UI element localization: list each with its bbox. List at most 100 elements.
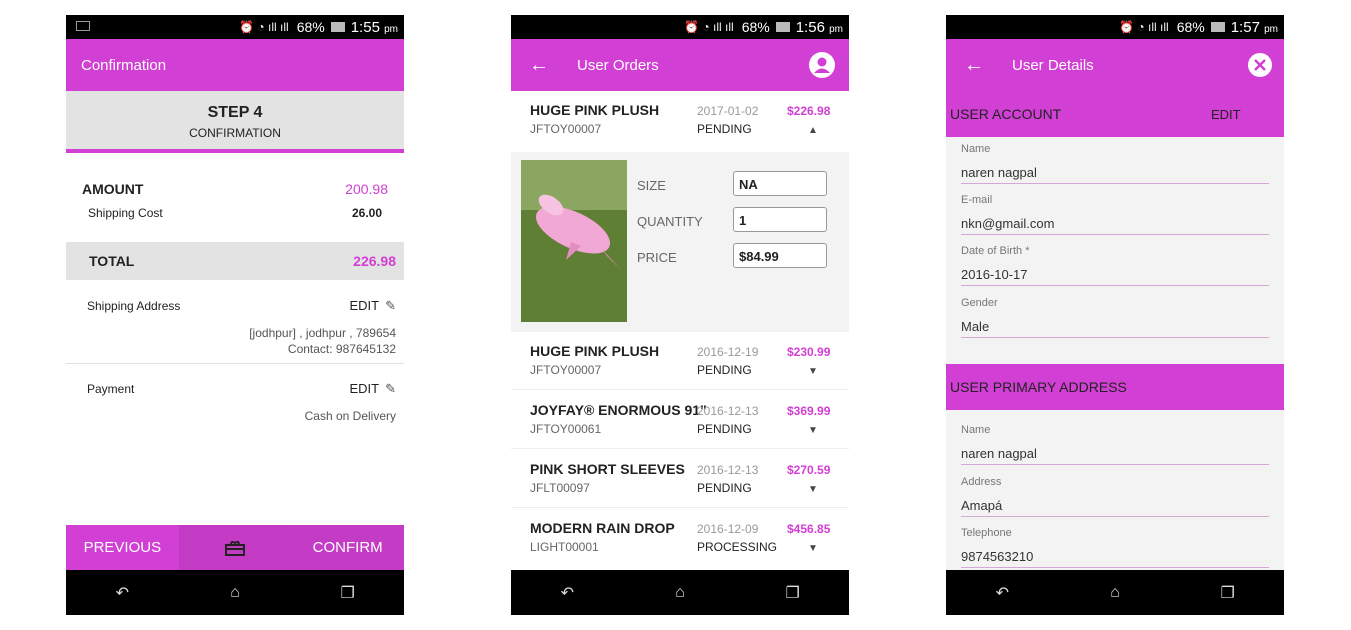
previous-button[interactable]: PREVIOUS (66, 525, 179, 570)
battery-icon (330, 22, 345, 32)
back-nav-icon[interactable]: ↶ (537, 583, 597, 603)
field-label: Address (961, 476, 1002, 488)
signal-icons: ⏰ ◔ ıll ıll (1119, 20, 1169, 34)
telephone-field[interactable]: Telephone 9874563210 (961, 527, 1269, 568)
edit-shipping-button[interactable]: EDIT ✎ (349, 298, 396, 314)
collapse-arrow-icon[interactable]: ▲ (808, 125, 818, 136)
step-banner: STEP 4 CONFIRMATION (66, 91, 404, 153)
order-row[interactable]: JOYFAY® ENORMOUS 91" JFTOY00061 2016-12-… (511, 391, 849, 449)
price-field[interactable]: $84.99 (733, 243, 827, 268)
page-title: User Details (1012, 56, 1094, 74)
field-value: naren nagpal (961, 446, 1037, 461)
shipping-cost-row: Shipping Cost 26.00 (66, 206, 404, 220)
field-label: E-mail (961, 194, 993, 206)
address-name-field[interactable]: Name naren nagpal (961, 424, 1269, 465)
app-bar: ← User Orders (511, 39, 849, 91)
field-label: Gender (961, 297, 998, 309)
signal-icons: ⏰ ◔ ıll ıll (239, 20, 289, 34)
confirm-button[interactable]: CONFIRM (291, 525, 404, 570)
recents-nav-icon[interactable]: ❐ (318, 583, 378, 603)
expand-arrow-icon[interactable]: ▼ (808, 543, 818, 554)
order-price: $226.98 (787, 104, 831, 118)
status-bar: ⏰ ◔ ıll ıll 68% 1:55 pm (66, 15, 404, 39)
edit-account-button[interactable]: EDIT (1211, 107, 1241, 122)
name-field[interactable]: Name naren nagpal (961, 143, 1269, 184)
order-detail-panel: SIZE NA QUANTITY 1 PRICE $84.99 (511, 152, 849, 332)
app-bar: Confirmation (66, 39, 404, 91)
order-name: MODERN RAIN DROP (530, 520, 675, 536)
order-status: PENDING (697, 481, 752, 495)
payment-section: Payment EDIT ✎ Cash on Delivery (66, 381, 404, 423)
order-date: 2016-12-19 (697, 345, 759, 359)
pencil-icon: ✎ (385, 381, 396, 396)
field-value: 9874563210 (961, 549, 1034, 564)
order-status: PENDING (697, 122, 752, 136)
amount-label: AMOUNT (82, 181, 144, 197)
clock: 1:55 pm (350, 18, 398, 36)
system-nav-bar: ↶ ⌂ ❐ (946, 570, 1284, 615)
home-nav-icon[interactable]: ⌂ (1085, 584, 1145, 602)
order-price: $369.99 (787, 404, 831, 418)
home-nav-icon[interactable]: ⌂ (650, 584, 710, 602)
pencil-icon: ✎ (385, 298, 396, 313)
field-label: Name (961, 424, 991, 436)
status-bar: ⏰ ◔ ıll ıll 68% 1:56 pm (511, 15, 849, 39)
system-nav-bar: ↶ ⌂ ❐ (66, 570, 404, 615)
address-field[interactable]: Address Amapá (961, 476, 1269, 517)
quantity-label: QUANTITY (637, 214, 703, 229)
back-nav-icon[interactable]: ↶ (92, 583, 152, 603)
order-row[interactable]: HUGE PINK PLUSH JFTOY00007 2016-12-19 PE… (511, 332, 849, 390)
order-date: 2016-12-13 (697, 463, 759, 477)
order-row[interactable]: PINK SHORT SLEEVES JFLT00097 2016-12-13 … (511, 450, 849, 508)
expand-arrow-icon[interactable]: ▼ (808, 484, 818, 495)
address-panel: Name naren nagpal Address Amapá Telephon… (946, 410, 1284, 570)
contact-line: Contact: 987645132 (287, 342, 396, 356)
email-field[interactable]: E-mail nkn@gmail.com (961, 194, 1269, 235)
order-name: JOYFAY® ENORMOUS 91" (530, 402, 707, 418)
payment-label: Payment (87, 382, 135, 396)
gift-card-icon[interactable] (178, 525, 292, 570)
order-row[interactable]: MODERN RAIN DROP LIGHT00001 2016-12-09 P… (511, 509, 849, 567)
close-icon[interactable] (1248, 53, 1272, 77)
status-bar: ⏰ ◔ ıll ıll 68% 1:57 pm (946, 15, 1284, 39)
amount-value: 200.98 (345, 181, 388, 197)
shipping-address-section: Shipping Address EDIT ✎ [jodhpur] , jodhp… (66, 298, 404, 356)
order-code: JFLT00097 (530, 481, 590, 495)
recents-nav-icon[interactable]: ❐ (1198, 583, 1258, 603)
back-arrow-icon[interactable]: ← (964, 55, 986, 75)
order-date: 2016-12-13 (697, 404, 759, 418)
expand-arrow-icon[interactable]: ▼ (808, 425, 818, 436)
user-account-title: USER ACCOUNT (950, 106, 1062, 122)
payment-value: Cash on Delivery (304, 409, 396, 423)
user-account-header: USER ACCOUNT EDIT (946, 91, 1284, 137)
back-arrow-icon[interactable]: ← (529, 55, 551, 75)
order-name: HUGE PINK PLUSH (530, 343, 660, 359)
signal-icons: ⏰ ◔ ıll ıll (684, 20, 734, 34)
user-details-screen: ⏰ ◔ ıll ıll 68% 1:57 pm ← User Details U… (946, 15, 1284, 615)
gender-field[interactable]: Gender Male (961, 297, 1269, 338)
user-orders-screen: ⏰ ◔ ıll ıll 68% 1:56 pm ← User Orders HU… (511, 15, 849, 615)
recents-nav-icon[interactable]: ❐ (763, 583, 823, 603)
product-image (521, 160, 627, 322)
field-value: Amapá (961, 498, 1003, 513)
expand-arrow-icon[interactable]: ▼ (808, 366, 818, 377)
back-nav-icon[interactable]: ↶ (972, 583, 1032, 603)
dob-field[interactable]: Date of Birth * 2016-10-17 (961, 245, 1269, 286)
quantity-field[interactable]: 1 (733, 207, 827, 232)
order-code: JFTOY00007 (530, 363, 602, 377)
account-icon[interactable] (809, 52, 835, 78)
size-label: SIZE (637, 178, 666, 193)
home-nav-icon[interactable]: ⌂ (205, 584, 265, 602)
user-address-title: USER PRIMARY ADDRESS (950, 379, 1127, 395)
divider (66, 363, 404, 364)
page-title: Confirmation (81, 56, 167, 74)
order-row-expanded[interactable]: HUGE PINK PLUSH JFTOY00007 2017-01-02 PE… (511, 91, 849, 149)
edit-payment-button[interactable]: EDIT ✎ (349, 381, 396, 397)
page-title: User Orders (577, 56, 659, 74)
order-code: LIGHT00001 (530, 540, 599, 554)
battery-icon (775, 22, 790, 32)
size-field[interactable]: NA (733, 171, 827, 196)
field-value: nkn@gmail.com (961, 216, 1055, 231)
address-line: [jodhpur] , jodhpur , 789654 (249, 326, 396, 340)
battery-icon (1210, 22, 1225, 32)
